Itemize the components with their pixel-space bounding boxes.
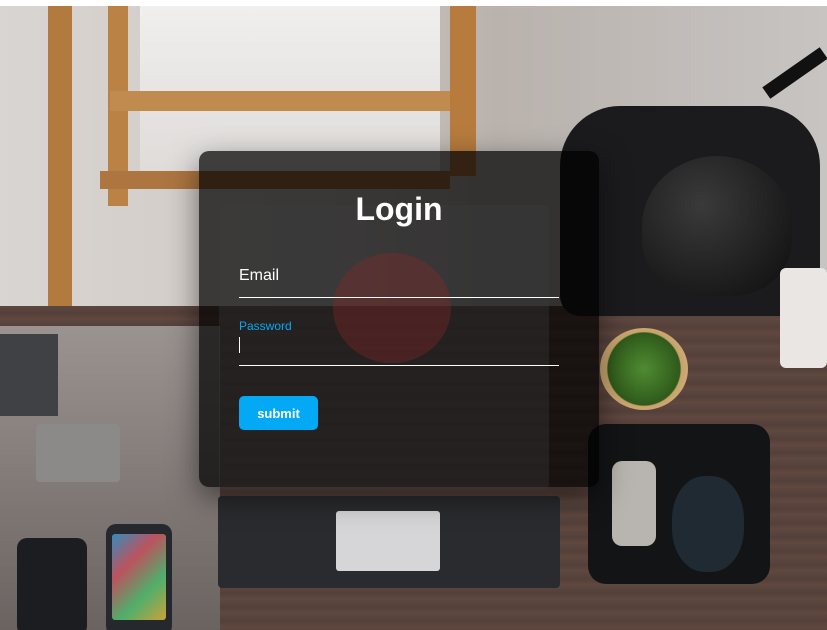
password-field[interactable] [239, 337, 559, 359]
background-watch [612, 461, 656, 546]
background-trackpad [336, 511, 440, 571]
background-router [36, 424, 120, 482]
password-field-group: Password [239, 317, 559, 366]
background-lamp [642, 156, 792, 296]
background-phone [106, 524, 172, 630]
login-card: Login Email Password submit [199, 151, 599, 490]
background-mug [780, 268, 827, 368]
background-shelf [48, 6, 72, 306]
page: Login Email Password submit [0, 0, 827, 630]
login-title: Login [355, 191, 443, 227]
background-phone-screen [112, 534, 166, 620]
background-phone [17, 538, 87, 630]
submit-button[interactable]: submit [239, 396, 318, 430]
email-field-group: Email [239, 263, 559, 298]
background-mouse [672, 476, 744, 572]
email-field[interactable] [239, 267, 559, 291]
password-label: Password [239, 319, 292, 333]
text-cursor [239, 337, 240, 353]
background-book [0, 334, 58, 416]
background-plant [600, 328, 688, 410]
background-shelf [110, 91, 450, 111]
